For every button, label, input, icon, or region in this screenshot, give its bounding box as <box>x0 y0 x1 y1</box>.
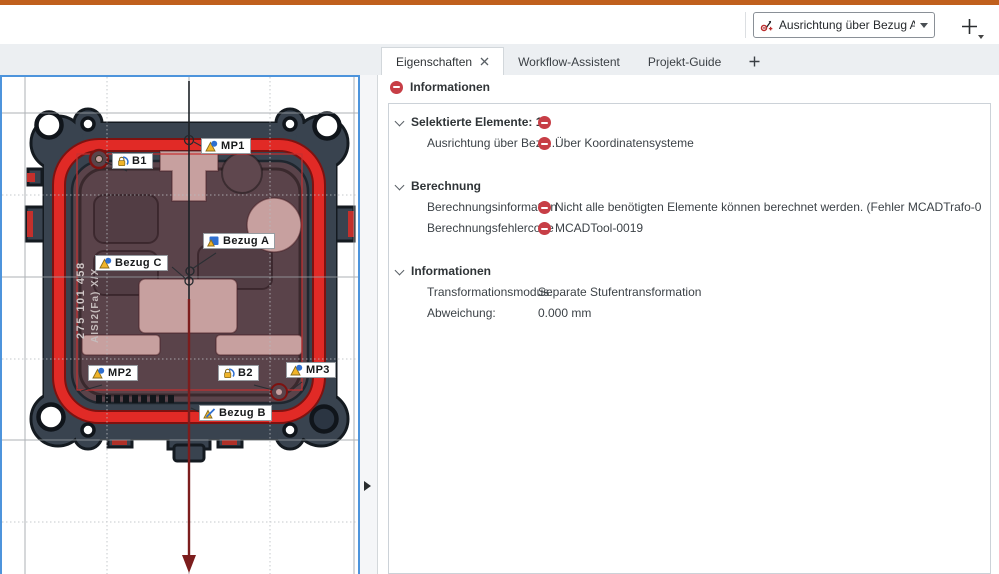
element-label-bezug-a[interactable]: Bezug A <box>203 233 275 249</box>
chevron-down-icon <box>920 23 928 28</box>
cavity-boss-circle <box>222 153 262 193</box>
vent-slots <box>96 395 174 403</box>
property-row-transformation-mode: Transformationsmodus: Separate Stufentra… <box>389 282 990 303</box>
section-header: Informationen <box>389 261 990 282</box>
label-text: MP2 <box>108 367 132 379</box>
measure-point-icon <box>92 367 105 379</box>
toolbar-separator <box>745 12 746 38</box>
property-label: Berechnungsinformation <box>427 197 538 218</box>
splitter-collapse-arrow-icon[interactable] <box>364 481 371 491</box>
properties-group-box: Selektierte Elemente: 1 Ausrichtung über… <box>388 103 991 574</box>
error-status-icon <box>538 222 551 235</box>
tab-label: Eigenschaften <box>396 55 472 69</box>
properties-panel: Informationen Selektierte Elemente: 1 Au… <box>377 75 999 574</box>
property-row-deviation: Abweichung: 0.000 mm <box>389 303 990 324</box>
tab-workflow-assistent[interactable]: Workflow-Assistent <box>504 48 634 75</box>
property-label: Ausrichtung über Bezu... <box>427 133 538 154</box>
lock-icon <box>116 155 129 167</box>
element-label-mp1[interactable]: MP1 <box>201 138 251 154</box>
add-tab-button[interactable] <box>735 48 774 75</box>
add-alignment-button[interactable] <box>952 11 986 41</box>
section-header: Selektierte Elemente: 1 <box>389 112 990 133</box>
label-text: Bezug B <box>219 407 266 419</box>
element-label-b2[interactable]: B2 <box>218 365 259 381</box>
element-label-mp2[interactable]: MP2 <box>88 365 138 381</box>
label-text: MP1 <box>221 140 245 152</box>
property-value: MCADTool-0019 <box>555 218 643 239</box>
panel-splitter[interactable] <box>360 75 377 574</box>
tab-eigenschaften[interactable]: Eigenschaften <box>381 47 504 75</box>
section-berechnung: Berechnung Berechnungsinformation Nicht … <box>389 176 990 239</box>
property-row-calc-info: Berechnungsinformation Nicht alle benöti… <box>389 197 990 218</box>
part-marking-1: 275 101 458 <box>75 261 87 339</box>
property-value: Separate Stufentransformation <box>538 282 701 303</box>
element-label-bezug-b[interactable]: Bezug B <box>199 405 272 421</box>
datum-edge-icon <box>203 407 216 419</box>
tab-projekt-guide[interactable]: Projekt-Guide <box>634 48 735 75</box>
property-label: Berechnungsfehlercode <box>427 218 538 239</box>
property-label: Abweichung: <box>427 303 538 324</box>
panel-title: Informationen <box>410 80 490 94</box>
label-text: Bezug C <box>115 257 162 269</box>
property-value: 0.000 mm <box>538 303 591 324</box>
label-text: B1 <box>132 155 147 167</box>
section-title: Berechnung <box>411 179 481 193</box>
panel-tab-strip: Eigenschaften Workflow-Assistent Projekt… <box>0 44 999 76</box>
section-header: Berechnung <box>389 176 990 197</box>
element-label-b1[interactable]: B1 <box>112 153 153 169</box>
chevron-down-icon[interactable] <box>395 181 405 191</box>
cad-canvas: 275 101 458 AISI2(Fa) X/X <box>2 77 358 574</box>
section-selected-elements: Selektierte Elemente: 1 Ausrichtung über… <box>389 112 990 154</box>
property-row-error-code: Berechnungsfehlercode MCADTool-0019 <box>389 218 990 239</box>
tab-label: Workflow-Assistent <box>518 55 620 69</box>
element-label-bezug-c[interactable]: Bezug C <box>95 255 168 271</box>
label-text: MP3 <box>306 364 330 376</box>
error-status-icon <box>390 81 403 94</box>
datum-plane-icon <box>207 235 220 247</box>
error-status-icon <box>538 201 551 214</box>
lock-icon <box>222 367 235 379</box>
axis-arrowhead <box>182 555 196 573</box>
label-text: B2 <box>238 367 253 379</box>
property-value: Über Koordinatensysteme <box>555 133 694 154</box>
property-row-alignment: Ausrichtung über Bezu... Über Koordinate… <box>389 133 990 154</box>
alignment-datum-icon <box>760 17 774 33</box>
property-label: Transformationsmodus: <box>427 282 538 303</box>
plus-icon <box>749 56 760 67</box>
close-icon[interactable] <box>480 57 489 66</box>
measure-point-icon <box>290 364 303 376</box>
main-toolbar: Ausrichtung über Bezug A|B.. <box>0 5 999 45</box>
element-label-mp3[interactable]: MP3 <box>286 362 336 378</box>
error-status-icon <box>538 116 551 129</box>
chevron-down-icon[interactable] <box>395 117 405 127</box>
label-text: Bezug A <box>223 235 269 247</box>
part-marking-2: AISI2(Fa) X/X <box>90 268 101 343</box>
application-window: Ausrichtung über Bezug A|B.. Eigenschaft… <box>0 0 999 574</box>
alignment-dropdown-value: Ausrichtung über Bezug A|B.. <box>779 18 915 32</box>
measure-point-icon <box>205 140 218 152</box>
tab-label: Projekt-Guide <box>648 55 721 69</box>
cad-viewport[interactable]: 275 101 458 AISI2(Fa) X/X <box>0 75 360 574</box>
panel-header: Informationen <box>390 80 490 94</box>
alignment-dropdown[interactable]: Ausrichtung über Bezug A|B.. <box>753 12 935 38</box>
chevron-down-icon[interactable] <box>395 266 405 276</box>
measure-point-icon <box>99 257 112 269</box>
property-value: Nicht alle benötigten Elemente können be… <box>555 197 981 218</box>
error-status-icon <box>538 137 551 150</box>
section-informationen: Informationen Transformationsmodus: Sepa… <box>389 261 990 324</box>
section-title: Informationen <box>411 264 491 278</box>
section-title: Selektierte Elemente: 1 <box>411 115 542 129</box>
plus-icon <box>961 18 978 35</box>
